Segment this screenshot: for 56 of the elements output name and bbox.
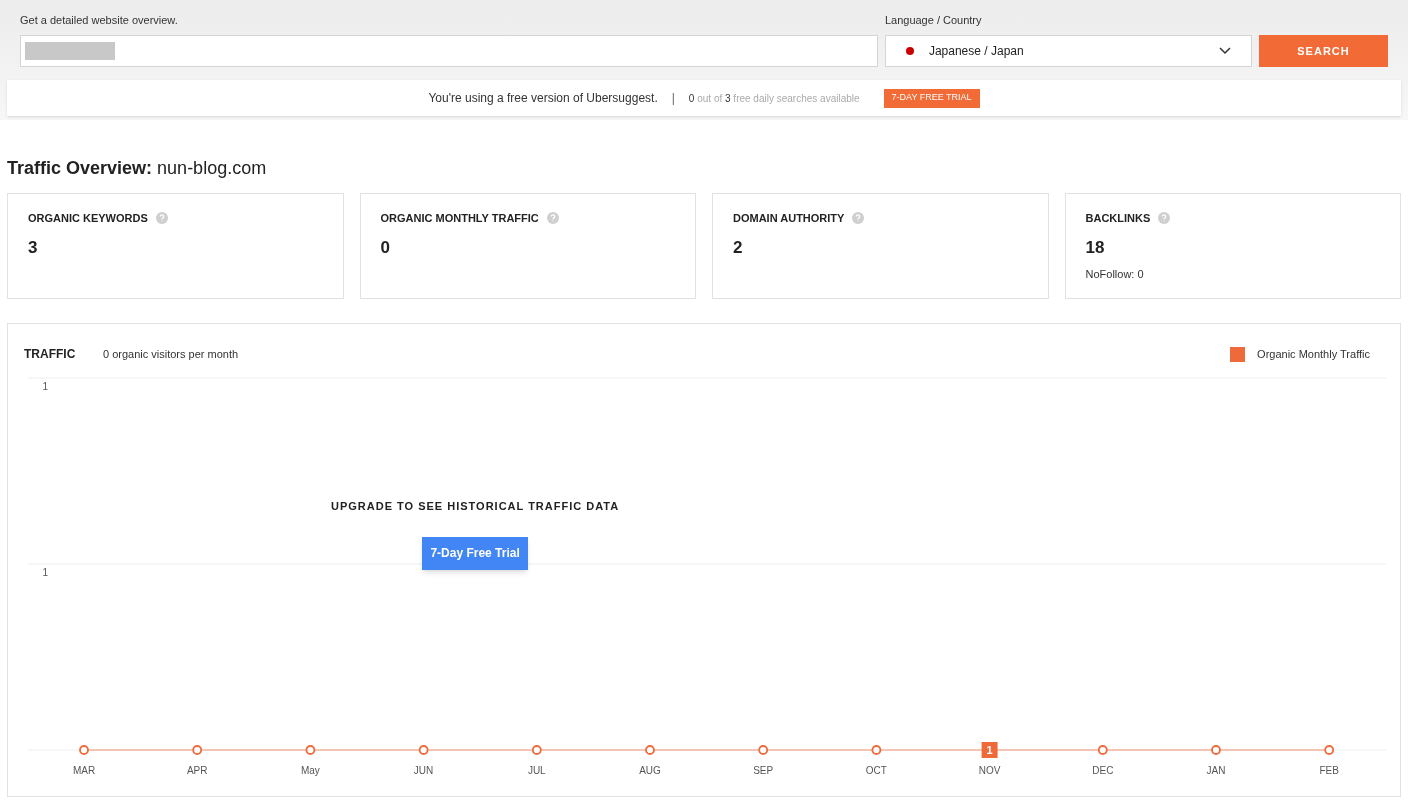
month-label: FEB	[1319, 765, 1339, 776]
month-label: APR	[186, 765, 208, 776]
metric-value: 0	[380, 236, 391, 259]
month-label: MAR	[72, 765, 96, 776]
panel-heading: TRAFFIC	[24, 346, 77, 363]
metric-label: ORGANIC MONTHLY TRAFFIC	[380, 211, 539, 226]
metric-label: DOMAIN AUTHORITY	[733, 211, 845, 226]
data-point	[645, 745, 655, 755]
metric-value: 3	[28, 236, 39, 259]
month-label: SEP	[753, 765, 774, 776]
help-icon[interactable]	[546, 212, 559, 225]
free-trial-button[interactable]: 7-DAY FREE TRIAL	[883, 88, 980, 108]
month-label: OCT	[865, 765, 887, 776]
search-quota: 0 out of 3 free daily searches available	[688, 91, 860, 106]
legend-label: Organic Monthly Traffic	[1257, 346, 1370, 362]
metric-note: NoFollow: 0	[1085, 267, 1145, 282]
metric-value: 18	[1085, 236, 1106, 259]
metric-label: ORGANIC KEYWORDS	[28, 211, 148, 226]
flag-icon	[905, 47, 914, 55]
month-label: JUL	[527, 765, 546, 776]
metric-label: BACKLINKS	[1085, 211, 1151, 226]
help-icon[interactable]	[1158, 212, 1171, 225]
y-axis-tick-label: 1	[42, 381, 48, 392]
month-label: NOV	[978, 765, 1001, 776]
separator: |	[671, 90, 675, 107]
data-point	[1324, 745, 1335, 755]
search-button[interactable]: SEARCH	[1259, 35, 1388, 67]
month-label: AUG	[639, 765, 661, 776]
data-point	[192, 745, 203, 755]
free-trial-button[interactable]: 7-Day Free Trial	[422, 536, 528, 570]
upgrade-message: UPGRADE TO SEE HISTORICAL TRAFFIC DATA	[331, 499, 620, 514]
y-axis-tick-label: 1	[42, 567, 48, 578]
data-label: 1	[981, 742, 998, 758]
data-point	[1097, 745, 1108, 755]
field-label: Language / Country	[884, 13, 983, 28]
data-point	[871, 745, 882, 755]
help-icon[interactable]	[155, 212, 168, 225]
month-label: JUN	[413, 765, 434, 776]
data-point	[1211, 745, 1221, 755]
data-point	[758, 745, 769, 755]
month-label: May	[300, 765, 320, 776]
url-input-field[interactable]	[20, 35, 878, 67]
banner-message: You're using a free version of Ubersuggest.	[428, 90, 658, 107]
data-point	[531, 745, 542, 755]
language-dropdown[interactable]: Japanese / Japan	[884, 35, 1252, 67]
data-point	[79, 745, 89, 755]
help-icon[interactable]	[852, 212, 865, 225]
metric-value: 2	[733, 236, 744, 259]
field-label: Get a detailed website overview.	[20, 13, 179, 28]
month-label: DEC	[1092, 765, 1114, 776]
data-point	[418, 745, 429, 755]
data-point	[305, 745, 316, 755]
traffic-summary: 0 organic visitors per month	[103, 346, 240, 362]
month-label: JAN	[1206, 765, 1226, 776]
chevron-down-icon	[1219, 47, 1231, 55]
page-title: Traffic Overview: nun-blog.com	[7, 157, 268, 180]
